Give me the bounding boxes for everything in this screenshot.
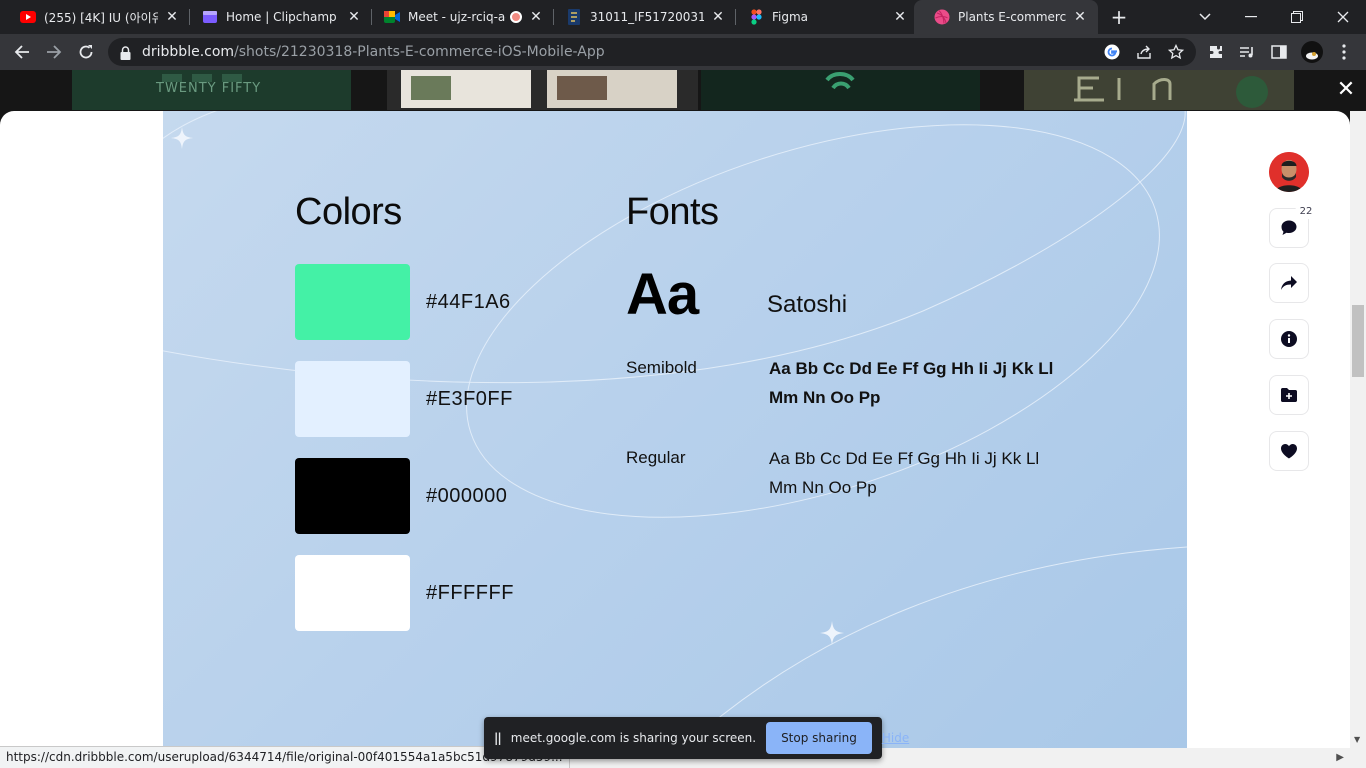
sparkle-icon bbox=[820, 621, 844, 645]
comment-count-badge: 22 bbox=[1295, 204, 1317, 219]
share-arrow-icon bbox=[1281, 276, 1297, 290]
dribbble-icon bbox=[934, 9, 950, 25]
close-overlay-button[interactable]: ✕ bbox=[1336, 79, 1356, 101]
sparkle-icon bbox=[171, 127, 193, 149]
color-swatch bbox=[295, 458, 410, 534]
google-icon[interactable] bbox=[1102, 42, 1122, 62]
minimize-button[interactable] bbox=[1228, 0, 1274, 34]
details-button[interactable] bbox=[1269, 319, 1309, 359]
font-preview: Aa bbox=[626, 262, 699, 327]
font-name: Satoshi bbox=[767, 291, 848, 318]
color-swatch bbox=[295, 361, 410, 437]
tab-title: (255) [4K] IU (아이유) 'Love wins all' Live… bbox=[44, 10, 158, 25]
tab-dribbble[interactable]: Plants E-commerce iOS Mobile App ✕ bbox=[914, 0, 1098, 34]
close-tab-icon[interactable]: ✕ bbox=[1072, 9, 1088, 25]
new-tab-button[interactable]: + bbox=[1108, 6, 1130, 28]
reload-button[interactable] bbox=[72, 38, 100, 66]
scrollbar-thumb[interactable] bbox=[1352, 305, 1364, 377]
side-panel-icon[interactable] bbox=[1265, 38, 1293, 66]
url-path: /shots/21230318-Plants-E-commerce-iOS-Mo… bbox=[234, 44, 605, 60]
browser-toolbar: dribbble.com/shots/21230318-Plants-E-com… bbox=[0, 34, 1366, 70]
profile-avatar[interactable] bbox=[1298, 38, 1326, 66]
restore-button[interactable] bbox=[1274, 0, 1320, 34]
heart-icon bbox=[1281, 444, 1297, 459]
tab-clipchamp[interactable]: Home | Clipchamp ✕ bbox=[182, 0, 372, 34]
youtube-icon bbox=[20, 9, 36, 25]
scroll-right-icon[interactable]: ▶ bbox=[1336, 752, 1344, 763]
color-swatch bbox=[295, 555, 410, 631]
related-shot-thumbnail[interactable]: TWENTY FIFTY bbox=[72, 70, 351, 110]
recording-icon bbox=[510, 11, 522, 23]
clipchamp-icon bbox=[202, 9, 218, 25]
designer-avatar[interactable] bbox=[1269, 152, 1309, 192]
document-icon bbox=[566, 9, 582, 25]
tab-document[interactable]: 31011_IF5172003112411 ✕ bbox=[546, 0, 736, 34]
svg-text:TWENTY FIFTY: TWENTY FIFTY bbox=[155, 81, 261, 96]
tab-figma[interactable]: Figma ✕ bbox=[728, 0, 918, 34]
close-tab-icon[interactable]: ✕ bbox=[346, 9, 362, 25]
url-text: dribbble.com/shots/21230318-Plants-E-com… bbox=[142, 44, 605, 60]
save-to-collection-button[interactable] bbox=[1269, 375, 1309, 415]
color-hex-label: #FFFFFF bbox=[426, 582, 514, 604]
comment-icon bbox=[1281, 220, 1297, 235]
forward-button[interactable] bbox=[40, 38, 68, 66]
fonts-heading: Fonts bbox=[626, 191, 719, 233]
tab-title: Home | Clipchamp bbox=[226, 10, 337, 24]
color-swatch bbox=[295, 264, 410, 340]
folder-add-icon bbox=[1281, 388, 1297, 402]
share-icon[interactable] bbox=[1134, 42, 1154, 62]
close-window-button[interactable] bbox=[1320, 0, 1366, 34]
tab-search-icon[interactable] bbox=[1182, 0, 1228, 34]
font-sample: Aa Bb Cc Dd Ee Ff Gg Hh Ii Jj Kk Ll Mm N… bbox=[769, 449, 1040, 497]
chrome-menu-icon[interactable] bbox=[1330, 38, 1358, 66]
hide-button[interactable]: Hide bbox=[882, 731, 909, 745]
shot-image: Colors Fonts #44F1A6 #E3F0FF #000000 #FF… bbox=[163, 111, 1187, 748]
pause-icon: || bbox=[494, 731, 502, 745]
font-sample: Aa Bb Cc Dd Ee Ff Gg Hh Ii Jj Kk Ll Mm N… bbox=[769, 359, 1054, 407]
close-tab-icon[interactable]: ✕ bbox=[710, 9, 726, 25]
media-control-icon[interactable] bbox=[1233, 38, 1261, 66]
screen-share-message: meet.google.com is sharing your screen. bbox=[510, 731, 757, 745]
figma-icon bbox=[748, 9, 764, 25]
shot-modal: Colors Fonts #44F1A6 #E3F0FF #000000 #FF… bbox=[0, 111, 1350, 748]
tab-strip: (255) [4K] IU (아이유) 'Love wins all' Live… bbox=[0, 0, 1366, 34]
related-shot-thumbnail[interactable] bbox=[387, 70, 698, 110]
tab-title: Figma bbox=[772, 10, 809, 24]
screen-share-bar: || meet.google.com is sharing your scree… bbox=[484, 717, 909, 759]
related-shot-thumbnail[interactable] bbox=[1024, 70, 1294, 110]
tab-youtube[interactable]: (255) [4K] IU (아이유) 'Love wins all' Live… bbox=[0, 0, 190, 34]
url-host: dribbble.com bbox=[142, 44, 235, 60]
extensions-icon[interactable] bbox=[1202, 38, 1230, 66]
vertical-scrollbar[interactable]: ▼ bbox=[1350, 111, 1366, 748]
share-button[interactable] bbox=[1269, 263, 1309, 303]
scroll-down-icon[interactable]: ▼ bbox=[1354, 735, 1360, 744]
colors-heading: Colors bbox=[295, 191, 402, 233]
color-hex-label: #44F1A6 bbox=[426, 291, 511, 313]
info-icon bbox=[1281, 331, 1297, 347]
close-tab-icon[interactable]: ✕ bbox=[528, 9, 544, 25]
back-button[interactable] bbox=[8, 38, 36, 66]
address-bar[interactable]: dribbble.com/shots/21230318-Plants-E-com… bbox=[108, 38, 1196, 66]
close-tab-icon[interactable]: ✕ bbox=[164, 9, 180, 25]
close-tab-icon[interactable]: ✕ bbox=[892, 9, 908, 25]
stop-sharing-button[interactable]: Stop sharing bbox=[766, 722, 872, 754]
color-hex-label: #E3F0FF bbox=[426, 388, 513, 410]
tab-title: 31011_IF5172003112411 bbox=[590, 10, 704, 24]
tab-google-meet[interactable]: Meet - ujz-rciq-acz ✕ bbox=[364, 0, 554, 34]
like-button[interactable] bbox=[1269, 431, 1309, 471]
bookmark-star-icon[interactable] bbox=[1166, 42, 1186, 62]
color-hex-label: #000000 bbox=[426, 485, 508, 507]
tab-title: Plants E-commerce iOS Mobile App bbox=[958, 10, 1066, 24]
tab-title: Meet - ujz-rciq-acz bbox=[408, 10, 506, 24]
lock-icon[interactable] bbox=[120, 45, 131, 64]
font-weight-label: Regular bbox=[626, 448, 686, 467]
related-shot-thumbnail[interactable] bbox=[701, 70, 980, 110]
google-meet-icon bbox=[384, 9, 400, 25]
font-weight-label: Semibold bbox=[626, 358, 697, 377]
